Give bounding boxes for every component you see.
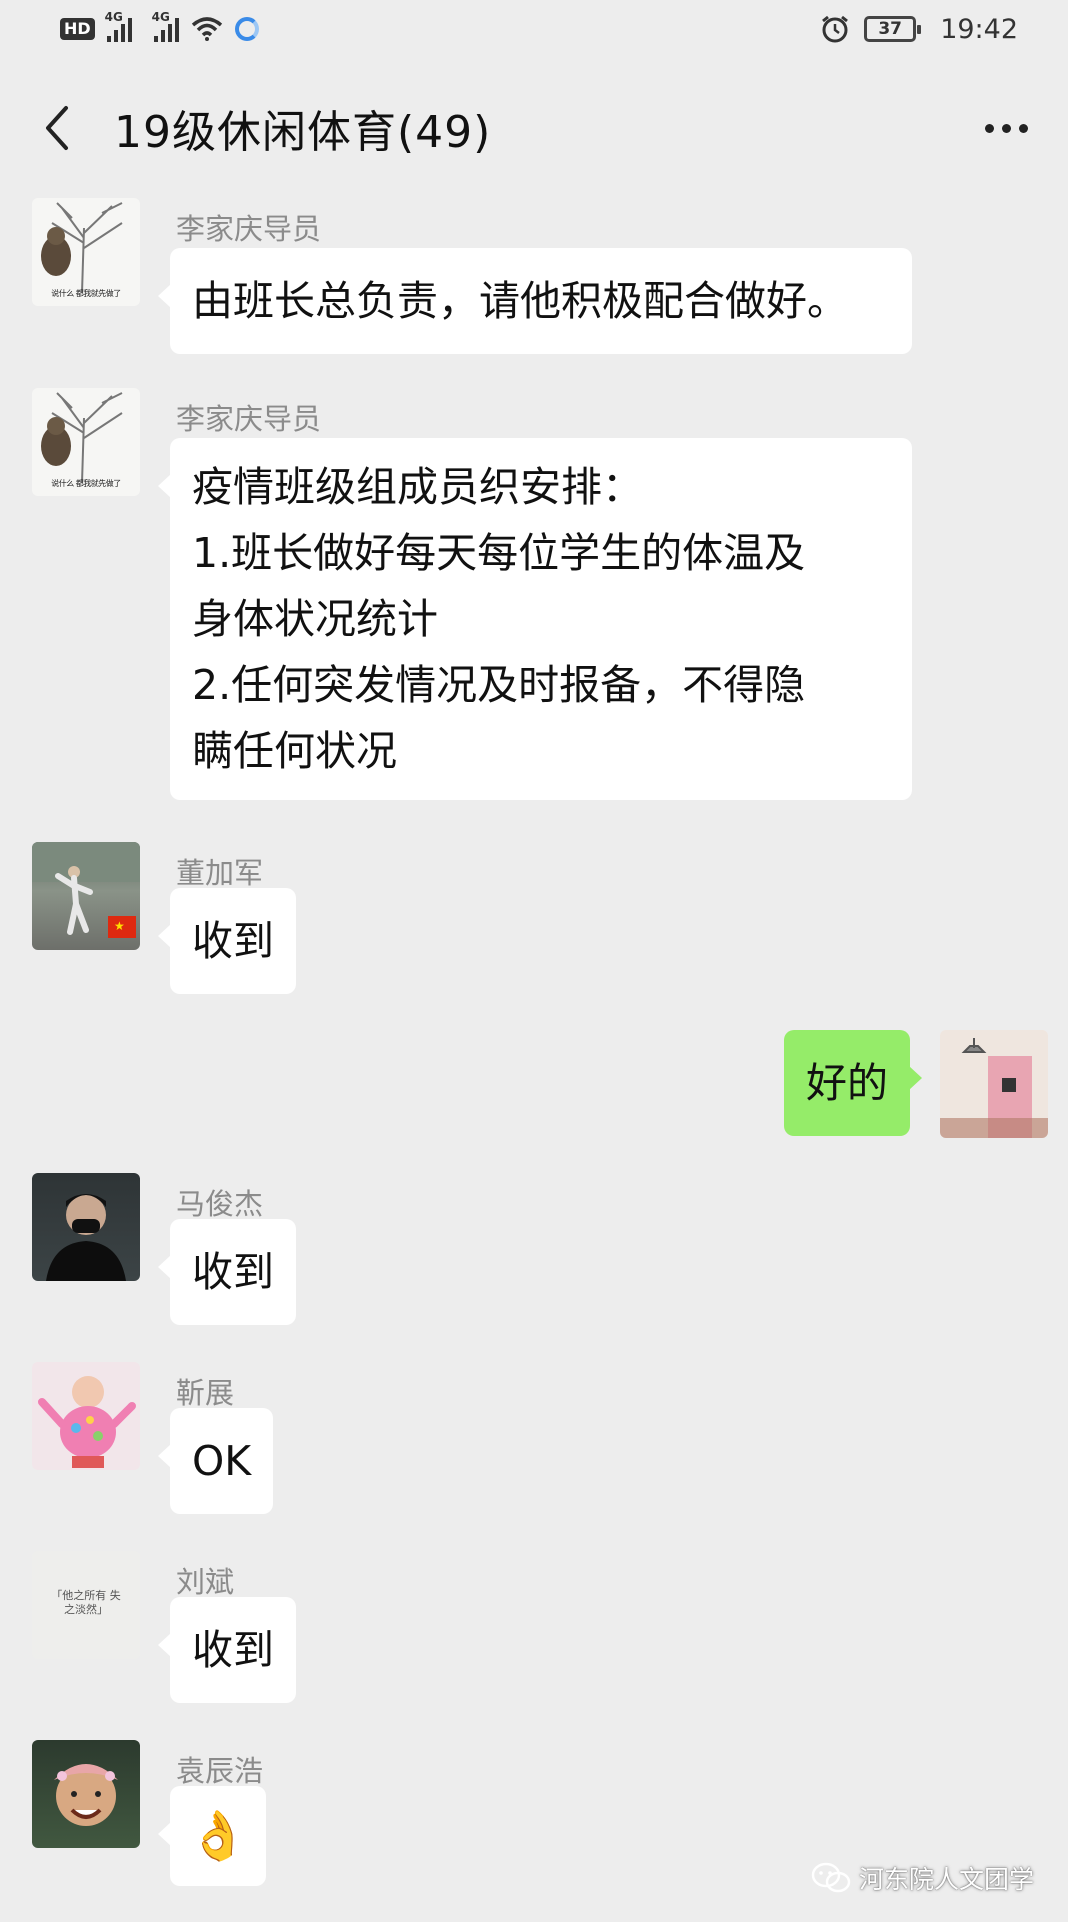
more-options-icon[interactable] (975, 114, 1038, 143)
sender-name: 靳展 (176, 1376, 235, 1410)
sender-name: 李家庆导员 (176, 212, 322, 246)
avatar-tree-meme[interactable]: 说什么 都我就先做了 (32, 388, 140, 496)
watermark-text: 河东院人文团学 (858, 1865, 1034, 1894)
message-line: 瞒任何状况 (192, 727, 397, 775)
message-bubble[interactable]: 👌 (158, 1786, 266, 1886)
signal-sim1-icon: 4G (105, 10, 132, 42)
avatar-text-quote[interactable]: 「他之所有 失之淡然」 (32, 1551, 140, 1659)
cartoon-character-icon (38, 1376, 136, 1468)
message-line: 疫情班级组成员织安排： (192, 463, 643, 511)
battery-icon: 37 (864, 16, 922, 42)
signal-sim2-icon: 4G (152, 10, 179, 42)
sender-name: 李家庆导员 (176, 402, 322, 436)
tree-avatar-caption: 说什么 都我就先做了 (51, 289, 121, 298)
message-bubble[interactable]: 收到 (158, 888, 296, 994)
message-bubble[interactable]: 收到 (158, 1219, 296, 1325)
sender-name: 袁辰浩 (176, 1754, 264, 1788)
watermark: 河东院人文团学 (811, 1860, 1034, 1896)
own-message-bubble[interactable]: 好的 (784, 1030, 922, 1136)
status-time: 19:42 (940, 13, 1018, 45)
text-avatar-caption: 「他之所有 失之淡然」 (51, 1589, 121, 1616)
avatar-masked-man[interactable] (32, 1173, 140, 1281)
sender-name: 马俊杰 (176, 1187, 264, 1221)
back-arrow-icon[interactable] (40, 102, 72, 154)
message-line: 2.任何突发情况及时报备，不得隐 (192, 661, 806, 709)
own-avatar-pink-door[interactable] (940, 1030, 1048, 1138)
sender-name: 刘斌 (176, 1565, 235, 1599)
chat-header: 19级休闲体育(49) (0, 58, 1068, 198)
masked-person-icon (46, 1194, 126, 1281)
message-bubble[interactable]: 由班长总负责，请他积极配合做好。 (158, 248, 912, 354)
message-bubble[interactable]: OK (157, 1408, 274, 1514)
avatar-tree-meme[interactable]: 说什么 都我就先做了 (32, 198, 140, 306)
message-bubble[interactable]: 疫情班级组成员织安排： 1.班长做好每天每位学生的体温及 身体状况统计 2.任何… (158, 438, 912, 800)
message-line: 身体状况统计 (192, 595, 438, 643)
hd-voice-badge: HD (60, 18, 95, 40)
wechat-logo-icon (811, 1862, 851, 1893)
status-bar: HD 4G 4G 37 19:42 (0, 0, 1068, 58)
svg-text:★: ★ (114, 919, 125, 933)
sync-app-icon (234, 17, 259, 41)
chat-title: 19级休闲体育(49) (114, 107, 492, 158)
dancer-figure-icon: ★ (32, 842, 140, 938)
pink-door-icon (940, 1030, 1048, 1138)
avatar-dancer-photo[interactable]: ★ (32, 842, 140, 950)
message-bubble[interactable]: 收到 (158, 1597, 296, 1703)
smiling-face-icon (54, 1764, 118, 1826)
avatar-pink-cartoon[interactable] (32, 1362, 140, 1470)
tree-avatar-caption: 说什么 都我就先做了 (51, 479, 121, 488)
wifi-icon (191, 17, 222, 41)
sender-name: 董加军 (176, 856, 264, 890)
avatar-smiling-boy[interactable] (32, 1740, 140, 1848)
alarm-clock-icon (822, 15, 849, 43)
message-line: 1.班长做好每天每位学生的体温及 (192, 529, 806, 577)
ok-hand-emoji: 👌 (188, 1808, 248, 1864)
